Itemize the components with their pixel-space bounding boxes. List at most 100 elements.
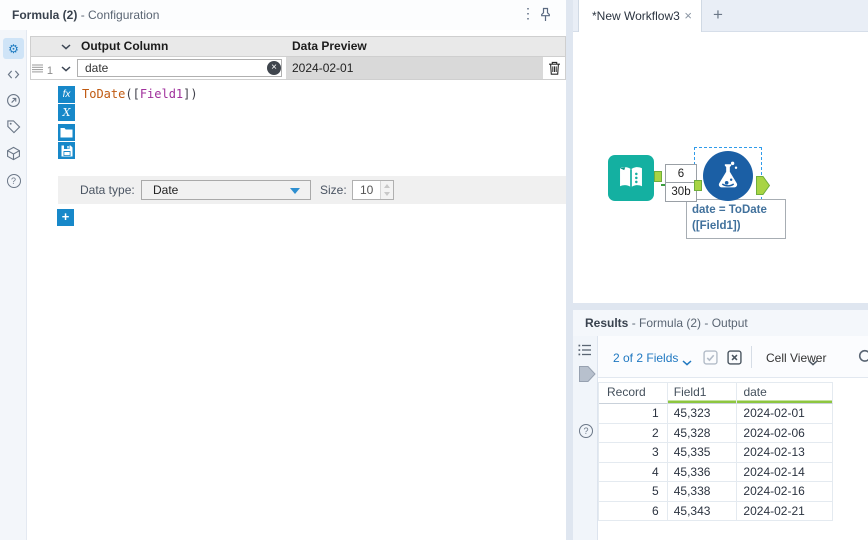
code-icon[interactable]: [3, 64, 24, 85]
row-drag-handle[interactable]: 1: [30, 56, 57, 80]
workflow-tab-label: *New Workflow3: [592, 9, 680, 23]
table-row: 1 45,323 2024-02-01: [599, 404, 833, 424]
datatype-label: Data type:: [80, 183, 135, 197]
results-title-suffix: - Formula (2) - Output: [631, 316, 748, 330]
output-column-input[interactable]: [77, 59, 282, 77]
row-collapse-chevron-icon[interactable]: [56, 56, 76, 80]
size-value: 10: [360, 183, 374, 197]
connection-data-size: 30b: [671, 186, 691, 198]
open-example-icon[interactable]: [3, 90, 24, 111]
results-anchor-strip: ?: [573, 336, 598, 540]
tag-icon[interactable]: [3, 116, 24, 137]
annotation-line2: ([Field1]): [692, 220, 741, 232]
pin-icon[interactable]: [539, 7, 552, 25]
cell-date: 2024-02-14: [737, 462, 833, 482]
panel-splitter-horizontal[interactable]: [573, 303, 868, 310]
input-tool-output-anchor[interactable]: [654, 171, 662, 182]
config-title-suffix: - Configuration: [80, 8, 160, 22]
tool-annotation[interactable]: date = ToDate ([Field1]): [686, 199, 786, 239]
table-row: 6 45,343 2024-02-21: [599, 501, 833, 521]
cell-record: 6: [599, 501, 668, 521]
tab-close-icon[interactable]: ×: [684, 8, 692, 23]
stepper-arrows[interactable]: [380, 181, 393, 199]
datatype-dropdown[interactable]: Date: [141, 180, 311, 200]
table-row: 5 45,338 2024-02-16: [599, 482, 833, 502]
formula-tool-output-anchor[interactable]: [756, 176, 771, 198]
data-preview-header[interactable]: Data Preview: [286, 36, 544, 57]
formula-function-token: ToDate: [82, 87, 126, 101]
help-icon[interactable]: ?: [3, 170, 24, 191]
config-title-tool: Formula (2): [12, 8, 78, 22]
formula-field-token: Field1: [139, 87, 184, 101]
formula-open-token: ([: [125, 87, 140, 101]
cell-viewer-chevron-icon[interactable]: [808, 355, 818, 369]
workflow-tab[interactable]: *New Workflow3 ×: [578, 0, 702, 32]
formula-tool[interactable]: [703, 151, 753, 201]
apply-checkmark-button[interactable]: [703, 350, 718, 368]
cell-date: 2024-02-06: [737, 423, 833, 443]
cell-record: 2: [599, 423, 668, 443]
flask-icon: [718, 161, 738, 188]
toolbar-divider: [751, 346, 752, 368]
clear-input-icon[interactable]: ×: [267, 61, 281, 75]
add-expression-button[interactable]: +: [57, 209, 74, 226]
cell-record: 5: [599, 482, 668, 502]
data-preview-cell: 2024-02-01: [286, 56, 544, 80]
cancel-x-button[interactable]: [727, 350, 742, 368]
cell-date: 2024-02-13: [737, 443, 833, 463]
delete-row-button[interactable]: [543, 56, 566, 80]
cell-field1: 45,328: [667, 423, 738, 443]
formula-tool-input-anchor[interactable]: [694, 180, 702, 191]
table-row: 4 45,336 2024-02-14: [599, 462, 833, 482]
input-anchor-icon[interactable]: [579, 366, 596, 385]
col-header-record[interactable]: Record: [599, 383, 668, 404]
search-icon[interactable]: [857, 348, 868, 369]
fields-filter-dropdown[interactable]: 2 of 2 Fields: [613, 351, 678, 365]
results-table-header: Record Field1 date: [599, 383, 833, 404]
grid-corner-cell: [30, 36, 44, 57]
open-book-icon: [620, 167, 642, 188]
cell-field1: 45,336: [667, 462, 738, 482]
cell-field1: 45,338: [667, 482, 738, 502]
config-sidebar: ⚙ ?: [0, 30, 27, 540]
connection-record-count: 6: [666, 165, 696, 183]
panel-splitter-vertical[interactable]: [566, 0, 573, 540]
open-expression-button[interactable]: [58, 124, 75, 141]
cell-field1: 45,343: [667, 501, 738, 521]
formula-expression-editor[interactable]: ToDate([Field1]): [82, 87, 552, 167]
expand-all-chevron-icon[interactable]: [56, 36, 76, 57]
list-view-icon[interactable]: [578, 344, 592, 359]
cell-field1: 45,335: [667, 443, 738, 463]
table-row: 2 45,328 2024-02-06: [599, 423, 833, 443]
cell-date: 2024-02-16: [737, 482, 833, 502]
annotation-line1: date = ToDate: [692, 204, 767, 216]
col-header-date[interactable]: date: [737, 383, 833, 404]
package-icon[interactable]: [3, 143, 24, 164]
formula-close-token: ]): [183, 87, 198, 101]
table-row: 3 45,335 2024-02-13: [599, 443, 833, 463]
delete-column-header: [543, 36, 566, 57]
insert-variable-button[interactable]: X: [58, 104, 75, 121]
cell-date: 2024-02-01: [737, 404, 833, 424]
connection-record-label: 6 30b: [665, 164, 697, 202]
output-column-header[interactable]: Output Column: [75, 36, 287, 57]
save-expression-button[interactable]: [58, 142, 75, 159]
results-help-icon[interactable]: ?: [579, 424, 593, 438]
cell-record: 3: [599, 443, 668, 463]
fields-summary: 2 of 2 Fields: [613, 351, 679, 365]
size-stepper[interactable]: 10: [352, 180, 394, 200]
settings-gear-icon[interactable]: ⚙: [3, 38, 24, 59]
row-number: 1: [46, 65, 53, 77]
cell-record: 4: [599, 462, 668, 482]
input-data-tool[interactable]: [608, 155, 654, 201]
insert-function-button[interactable]: fx: [58, 86, 75, 103]
fields-chevron-icon[interactable]: [682, 355, 692, 369]
new-tab-button[interactable]: +: [708, 5, 728, 27]
cell-date: 2024-02-21: [737, 501, 833, 521]
output-column-cell: ×: [75, 56, 287, 80]
results-table: Record Field1 date 1 45,323 2024-02-01 2…: [598, 382, 833, 521]
alteryx-designer-window: Formula (2) - Configuration ⋮ ⚙ ? Output…: [0, 0, 868, 540]
col-header-field1[interactable]: Field1: [667, 383, 738, 404]
grid-rownum-header: [43, 36, 57, 57]
kebab-menu-icon[interactable]: ⋮: [520, 5, 536, 25]
